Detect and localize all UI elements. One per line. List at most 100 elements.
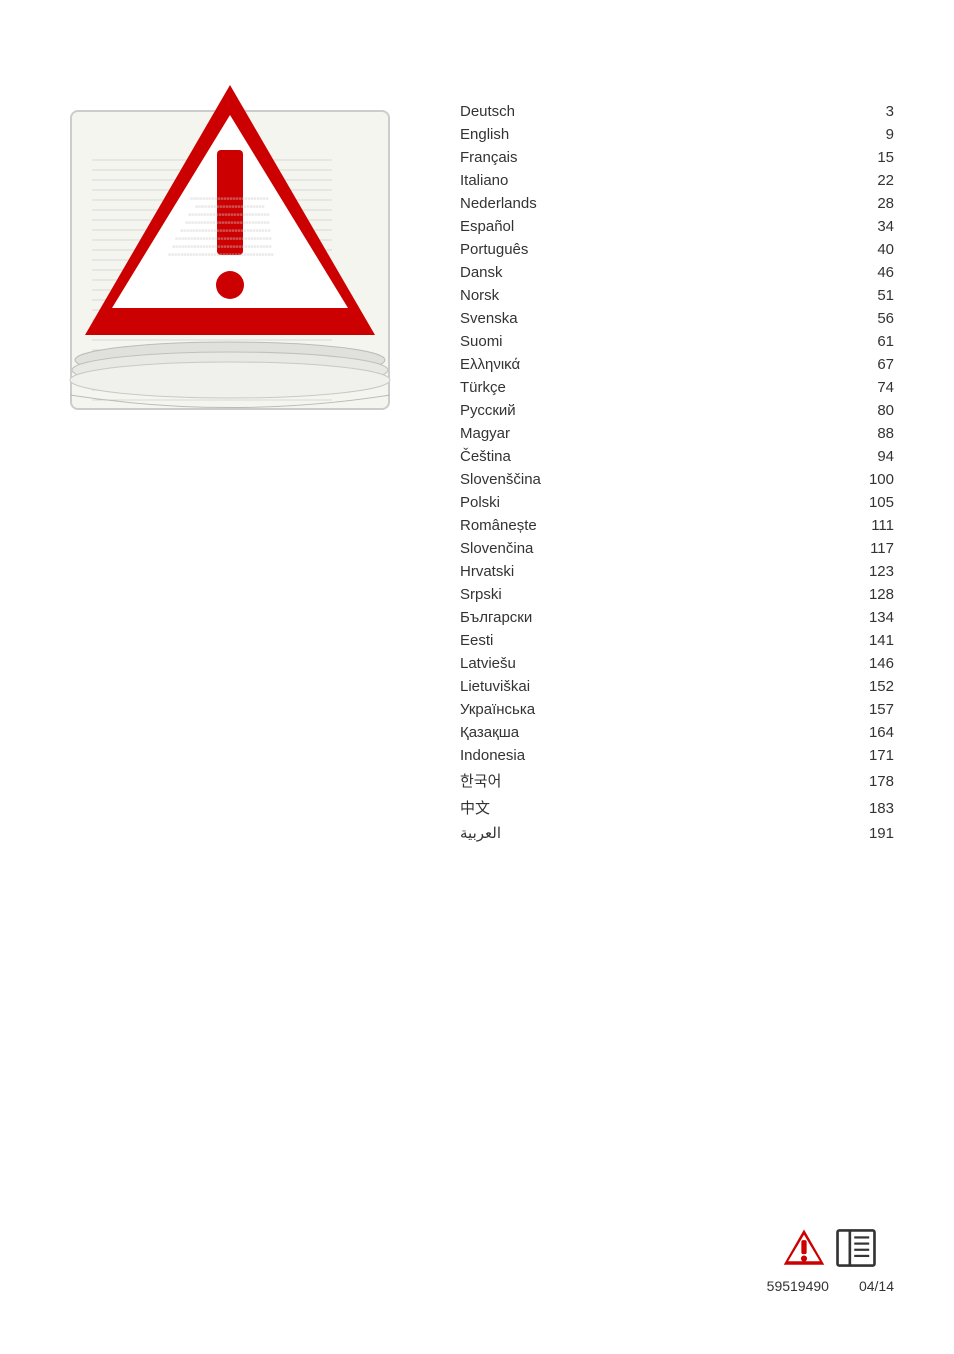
toc-row: Italiano 22 (460, 169, 894, 192)
toc-language-30: 中文 (460, 797, 600, 818)
toc-row: Slovenčina 117 (460, 537, 894, 560)
warning-sign: ■■■■■■■■■■■■■■■■■■■■■■■■■■ ■■■■■■■■■■■■■… (80, 80, 380, 340)
warning-triangle-svg: ■■■■■■■■■■■■■■■■■■■■■■■■■■ ■■■■■■■■■■■■■… (80, 80, 380, 340)
toc-page-23: 141 (854, 632, 894, 649)
toc-language-17: Polski (460, 494, 600, 511)
toc-page-6: 40 (854, 241, 894, 258)
toc-row: Қазақша 164 (460, 721, 894, 744)
toc-row: Suomi 61 (460, 330, 894, 353)
toc-language-11: Ελληνικά (460, 356, 600, 373)
bottom-codes: 59519490 04/14 (767, 1278, 894, 1294)
toc-page-14: 88 (854, 425, 894, 442)
toc-row: Latviešu 146 (460, 652, 894, 675)
toc-row: Eesti141 (460, 629, 894, 652)
toc-page-18: 111 (854, 517, 894, 534)
toc-language-4: Nederlands (460, 195, 600, 212)
toc-language-16: Slovenščina (460, 471, 600, 488)
toc-row: Ελληνικά 67 (460, 353, 894, 376)
date-code: 04/14 (859, 1278, 894, 1294)
toc-row: Deutsch3 (460, 100, 894, 123)
toc-language-13: Русский (460, 402, 600, 419)
toc-page-20: 123 (854, 563, 894, 580)
svg-text:■■■■■■■■■■■■■■■■■■■■■■■■■■■■■■: ■■■■■■■■■■■■■■■■■■■■■■■■■■■■■■■■ (175, 236, 272, 242)
toc-language-28: Indonesia (460, 747, 600, 764)
toc-language-7: Dansk (460, 264, 600, 281)
toc-language-12: Türkçe (460, 379, 600, 396)
toc-row: Hrvatski 123 (460, 560, 894, 583)
toc-page-21: 128 (854, 586, 894, 603)
toc-page-15: 94 (854, 448, 894, 465)
toc-page-29: 178 (854, 773, 894, 790)
toc-row: Български 134 (460, 606, 894, 629)
toc-page-7: 46 (854, 264, 894, 281)
toc-row: Português 40 (460, 238, 894, 261)
toc-row: 中文 183 (460, 794, 894, 821)
svg-text:■■■■■■■■■■■■■■■■■■■■■■■■■■■■■■: ■■■■■■■■■■■■■■■■■■■■■■■■■■■■■■ (180, 228, 271, 234)
toc-language-5: Español (460, 218, 600, 235)
toc-page-3: 22 (854, 172, 894, 189)
toc-row: Русский 80 (460, 399, 894, 422)
svg-text:■■■■■■■■■■■■■■■■■■■■■■■: ■■■■■■■■■■■■■■■■■■■■■■■ (195, 204, 264, 210)
toc-language-27: Қазақша (460, 724, 600, 741)
toc-language-2: Français (460, 149, 600, 166)
page: ■■■■■■■■■■■■■■■■■■■■■■■■■■ ■■■■■■■■■■■■■… (0, 0, 954, 1354)
toc-row: العربية191 (460, 821, 894, 845)
warning-triangle-small-icon (782, 1226, 826, 1270)
toc-page-27: 164 (854, 724, 894, 741)
toc-language-8: Norsk (460, 287, 600, 304)
toc-page-9: 56 (854, 310, 894, 327)
toc-language-14: Magyar (460, 425, 600, 442)
bottom-section: 59519490 04/14 (767, 1226, 894, 1294)
toc-language-20: Hrvatski (460, 563, 600, 580)
paper-curl-svg (60, 340, 400, 420)
toc-row: English9 (460, 123, 894, 146)
toc-page-19: 117 (854, 540, 894, 557)
toc-language-21: Srpski (460, 586, 600, 603)
toc-page-12: 74 (854, 379, 894, 396)
toc-row: Polski 105 (460, 491, 894, 514)
toc-row: Indonesia 171 (460, 744, 894, 767)
toc-row: Norsk 51 (460, 284, 894, 307)
book-small-icon (834, 1226, 878, 1270)
toc-page-28: 171 (854, 747, 894, 764)
toc-language-10: Suomi (460, 333, 600, 350)
toc-page-22: 134 (854, 609, 894, 626)
toc-row: Čeština94 (460, 445, 894, 468)
bottom-icons (782, 1226, 878, 1270)
toc-row: Español 34 (460, 215, 894, 238)
toc-page-17: 105 (854, 494, 894, 511)
toc-page-4: 28 (854, 195, 894, 212)
toc-row: Türkçe 74 (460, 376, 894, 399)
toc-language-6: Português (460, 241, 600, 258)
svg-text:■■■■■■■■■■■■■■■■■■■■■■■■■■■: ■■■■■■■■■■■■■■■■■■■■■■■■■■■ (188, 212, 270, 218)
toc-row: Svenska56 (460, 307, 894, 330)
toc-language-3: Italiano (460, 172, 600, 189)
toc-page-30: 183 (854, 800, 894, 817)
toc-language-29: 한국어 (460, 770, 600, 791)
toc-list: Deutsch3English9 Français 15 Italiano 22 Nede… (460, 100, 894, 845)
toc-row: Dansk 46 (460, 261, 894, 284)
toc-row: Lietuviškai152 (460, 675, 894, 698)
toc-page-13: 80 (854, 402, 894, 419)
book-wrapper: ■■■■■■■■■■■■■■■■■■■■■■■■■■ ■■■■■■■■■■■■■… (60, 60, 400, 420)
svg-text:■■■■■■■■■■■■■■■■■■■■■■■■■■■■■■: ■■■■■■■■■■■■■■■■■■■■■■■■■■■■■■■■■■■ (168, 252, 274, 258)
toc-language-22: Български (460, 609, 600, 626)
toc-row: Français 15 (460, 146, 894, 169)
toc-language-19: Slovenčina (460, 540, 600, 557)
svg-text:■■■■■■■■■■■■■■■■■■■■■■■■■■■■: ■■■■■■■■■■■■■■■■■■■■■■■■■■■■ (185, 220, 270, 226)
toc-language-31: العربية (460, 824, 600, 842)
toc-row: Magyar 88 (460, 422, 894, 445)
toc-language-1: English (460, 126, 600, 143)
toc-row: 한국어 178 (460, 767, 894, 794)
toc-page-10: 61 (854, 333, 894, 350)
toc-language-24: Latviešu (460, 655, 600, 672)
warning-image-container: ■■■■■■■■■■■■■■■■■■■■■■■■■■ ■■■■■■■■■■■■■… (60, 60, 420, 440)
toc-page-8: 51 (854, 287, 894, 304)
toc-page-11: 67 (854, 356, 894, 373)
toc-page-26: 157 (854, 701, 894, 718)
product-code: 59519490 (767, 1278, 829, 1294)
toc-page-5: 34 (854, 218, 894, 235)
toc-page-24: 146 (854, 655, 894, 672)
toc-language-26: Українська (460, 701, 600, 718)
toc-page-2: 15 (854, 149, 894, 166)
